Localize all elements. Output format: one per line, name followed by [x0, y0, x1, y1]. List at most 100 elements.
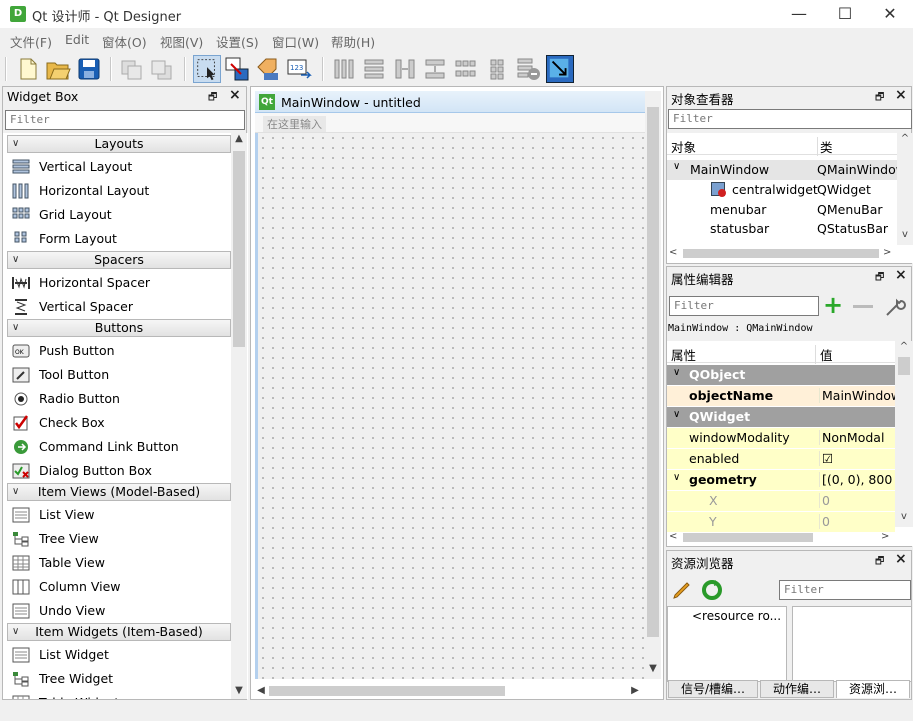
remove-property-icon[interactable] [853, 305, 873, 308]
widget-item-vertical-layout[interactable]: Vertical Layout [7, 155, 231, 179]
tree-row[interactable]: statusbar QStatusBar [667, 219, 897, 239]
category-header[interactable]: ∨ Item Views (Model-Based) [7, 483, 231, 501]
widget-item-tree-view[interactable]: Tree View [7, 527, 231, 551]
close-icon[interactable]: × [895, 87, 907, 103]
property-row[interactable]: windowModality NonModal [667, 428, 895, 449]
layout-splitter-horizontal-icon[interactable] [391, 55, 419, 83]
tab-resource-browser[interactable]: 资源浏… [836, 680, 910, 698]
category-header[interactable]: ∨ Item Widgets (Item-Based) [7, 623, 231, 641]
edit-buddies-icon[interactable] [254, 55, 282, 83]
tab-action-editor[interactable]: 动作编… [760, 680, 834, 698]
edit-widgets-icon[interactable] [193, 55, 221, 83]
tree-row[interactable]: menubar QMenuBar [667, 200, 897, 220]
close-icon[interactable]: × [895, 551, 907, 567]
widget-list-scrollbar[interactable]: ▲ ▼ [231, 133, 247, 699]
col-property[interactable]: 属性 [671, 345, 696, 364]
open-folder-icon[interactable] [44, 55, 72, 83]
edit-signals-slots-icon[interactable] [223, 55, 251, 83]
layout-horizontally-icon[interactable] [330, 55, 358, 83]
object-filter-input[interactable]: Filter [668, 109, 912, 129]
property-table-hscroll[interactable]: < > [667, 529, 895, 545]
add-property-icon[interactable]: + [823, 293, 843, 317]
menu-help[interactable]: 帮助(H) [331, 32, 375, 51]
property-row[interactable]: ∨ geometry [(0, 0), 800 x [667, 470, 897, 491]
form-canvas[interactable] [255, 133, 645, 679]
float-icon[interactable]: 🗗 [875, 270, 884, 287]
category-header[interactable]: ∨ Spacers [7, 251, 231, 269]
widget-list-scroll-thumb[interactable] [233, 151, 245, 347]
float-icon[interactable]: 🗗 [875, 554, 884, 571]
maximize-button[interactable]: ☐ [822, 2, 868, 26]
edit-resources-pencil-icon[interactable] [671, 579, 693, 601]
float-icon[interactable]: 🗗 [875, 90, 884, 107]
menu-form[interactable]: 窗体(O) [102, 32, 147, 51]
widget-item-form-layout[interactable]: Form Layout [7, 227, 231, 251]
property-group-row[interactable]: ∨ QObject [667, 365, 895, 386]
minimize-button[interactable]: — [776, 2, 822, 26]
bring-to-front-icon[interactable] [148, 55, 176, 83]
type-here-menu[interactable]: 在这里输入 [263, 116, 326, 132]
save-icon[interactable] [75, 55, 103, 83]
chevron-down-icon[interactable]: ∨ [673, 161, 680, 172]
widget-item-table-view[interactable]: Table View [7, 551, 231, 575]
resource-filter-input[interactable]: Filter [779, 580, 911, 600]
property-table-vscroll[interactable]: ^ v [895, 341, 913, 527]
tree-row[interactable]: ∨ MainWindow QMainWindow [667, 160, 897, 180]
property-row[interactable]: enabled ☑ [667, 449, 895, 470]
col-class[interactable]: 类 [817, 137, 833, 156]
send-to-back-icon[interactable] [118, 55, 146, 83]
mdi-vertical-scrollbar[interactable]: ▼ [645, 91, 661, 679]
tree-row[interactable]: centralwidget QWidget [667, 180, 897, 200]
adjust-size-icon[interactable] [546, 55, 574, 83]
toolbar-handle[interactable] [5, 57, 7, 81]
widget-item-vertical-spacer[interactable]: Vertical Spacer [7, 295, 231, 319]
configure-wrench-icon[interactable] [883, 295, 907, 319]
widget-item-dialog-button-box[interactable]: Dialog Button Box [7, 459, 231, 483]
property-filter-input[interactable]: Filter [669, 296, 819, 316]
layout-form-icon[interactable] [483, 55, 511, 83]
chevron-down-icon[interactable]: ∨ [673, 472, 680, 483]
widget-item-push-button[interactable]: OK Push Button [7, 339, 231, 363]
chevron-down-icon[interactable]: ∨ [673, 409, 680, 420]
edit-tab-order-icon[interactable]: 123 [285, 55, 313, 83]
close-window-button[interactable]: ✕ [867, 2, 913, 26]
layout-vertically-icon[interactable] [360, 55, 388, 83]
tab-signal-slot-editor[interactable]: 信号/槽编… [668, 680, 758, 698]
widget-item-list-view[interactable]: List View [7, 503, 231, 527]
col-value[interactable]: 值 [815, 345, 833, 364]
widget-item-command-link-button[interactable]: Command Link Button [7, 435, 231, 459]
widget-item-undo-view[interactable]: Undo View [7, 599, 231, 623]
property-group-row[interactable]: ∨ QWidget [667, 407, 895, 428]
property-row[interactable]: objectName MainWindow [667, 386, 897, 407]
widget-item-table-widget[interactable]: Table Widget [7, 691, 231, 699]
widget-item-horizontal-spacer[interactable]: Horizontal Spacer [7, 271, 231, 295]
layout-grid-icon[interactable] [452, 55, 480, 83]
widget-item-tool-button[interactable]: Tool Button [7, 363, 231, 387]
break-layout-icon[interactable] [514, 55, 542, 83]
form-titlebar[interactable]: Qt MainWindow - untitled [255, 91, 645, 113]
float-icon[interactable]: 🗗 [208, 90, 217, 107]
resource-root[interactable]: <resource ro... [692, 609, 781, 623]
close-icon[interactable]: × [229, 87, 241, 103]
menu-edit[interactable]: Edit [65, 32, 89, 47]
menu-view[interactable]: 视图(V) [160, 32, 203, 51]
reload-icon[interactable] [701, 579, 723, 601]
widget-filter-input[interactable]: Filter [5, 110, 245, 130]
widget-item-column-view[interactable]: Column View [7, 575, 231, 599]
widget-item-grid-layout[interactable]: Grid Layout [7, 203, 231, 227]
object-tree-hscroll[interactable]: < > [667, 245, 897, 261]
menu-settings[interactable]: 设置(S) [216, 32, 259, 51]
menu-window[interactable]: 窗口(W) [272, 32, 319, 51]
widget-item-list-widget[interactable]: List Widget [7, 643, 231, 667]
category-header[interactable]: ∨ Layouts [7, 135, 231, 153]
widget-item-horizontal-layout[interactable]: Horizontal Layout [7, 179, 231, 203]
layout-splitter-vertical-icon[interactable] [421, 55, 449, 83]
object-tree-vscroll[interactable]: ^ v [897, 133, 913, 245]
menu-file[interactable]: 文件(F) [10, 32, 52, 51]
chevron-down-icon[interactable]: ∨ [673, 367, 680, 378]
category-header[interactable]: ∨ Buttons [7, 319, 231, 337]
property-row[interactable]: X0 [667, 491, 895, 512]
widget-item-radio-button[interactable]: Radio Button [7, 387, 231, 411]
new-file-icon[interactable] [14, 55, 42, 83]
mdi-horizontal-scrollbar[interactable]: ◀ ▶ [255, 683, 645, 699]
